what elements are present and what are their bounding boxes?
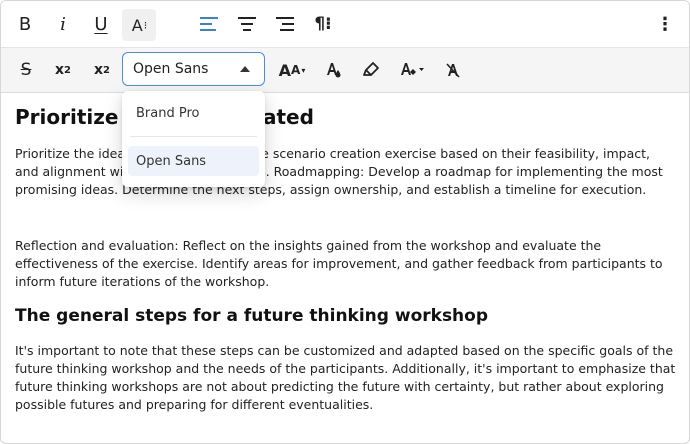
font-family-select[interactable]: Open Sans xyxy=(122,52,265,86)
underline-button[interactable]: U xyxy=(87,9,115,39)
align-left-button[interactable] xyxy=(195,9,223,39)
subscript-x: x xyxy=(55,62,65,78)
bold-button[interactable]: B xyxy=(11,9,39,39)
heading-1-end: ated xyxy=(262,105,314,129)
font-family-value: Open Sans xyxy=(133,61,209,77)
align-center-button[interactable] xyxy=(233,9,261,39)
background-color-icon xyxy=(401,63,424,75)
more-options-button[interactable]: ⋮ xyxy=(653,9,677,39)
align-right-button[interactable] xyxy=(271,9,299,39)
text-case-big: A xyxy=(278,60,292,80)
toolbar-top: B i U A ⁝ ¶⁝ ⋮ xyxy=(1,1,689,47)
heading-1-start: Prioritize t xyxy=(15,105,135,129)
text-case-button[interactable]: A A ▾ xyxy=(275,55,309,85)
rich-text-editor: B i U A ⁝ ¶⁝ ⋮ S x 2 x 2 Open Sans A A ▾… xyxy=(0,0,690,444)
caret-down-icon: ▾ xyxy=(301,65,306,75)
toolbar-format: S x2 x2 Open Sans A A ▾ xyxy=(1,47,689,93)
superscript-button[interactable]: x2 xyxy=(87,55,117,85)
highlight-button[interactable] xyxy=(357,55,385,85)
align-right-icon xyxy=(276,17,294,31)
text-color-button[interactable] xyxy=(319,55,347,85)
align-center-icon xyxy=(238,17,256,31)
text-size-dots: ⁝ xyxy=(143,18,147,32)
font-option-open-sans[interactable]: Open Sans xyxy=(128,146,259,176)
font-option-brand-pro[interactable]: Brand Pro xyxy=(122,98,265,128)
subscript-two: 2 xyxy=(64,64,71,76)
paragraph-button[interactable]: ¶⁝ xyxy=(309,9,337,39)
paragraph-reflection: Reflection and evaluation: Reflect on th… xyxy=(15,238,663,289)
font-family-dropdown: Brand Pro Open Sans xyxy=(122,91,265,187)
clear-format-button[interactable] xyxy=(439,55,467,85)
background-color-button[interactable] xyxy=(395,55,429,85)
align-left-icon xyxy=(200,17,218,31)
text-size-icon: A xyxy=(131,15,143,35)
clear-format-icon xyxy=(446,63,460,78)
highlighter-icon xyxy=(363,62,379,76)
paragraph-prioritize: Prioritize the ideas generated during th… xyxy=(15,146,663,197)
strikethrough-button[interactable]: S xyxy=(11,55,41,85)
text-color-icon xyxy=(327,63,341,78)
text-case-small: A xyxy=(291,63,301,77)
italic-button[interactable]: i xyxy=(49,9,77,39)
text-size-button[interactable]: A ⁝ xyxy=(122,9,156,41)
dropdown-divider xyxy=(130,136,257,137)
paragraph-note: It's important to note that these steps … xyxy=(15,343,676,412)
superscript-two: 2 xyxy=(103,64,110,76)
document-heading-2: The general steps for a future thinking … xyxy=(15,306,489,326)
caret-up-icon xyxy=(240,66,250,72)
subscript-button[interactable]: x2 xyxy=(48,55,78,85)
superscript-x: x xyxy=(94,62,104,78)
